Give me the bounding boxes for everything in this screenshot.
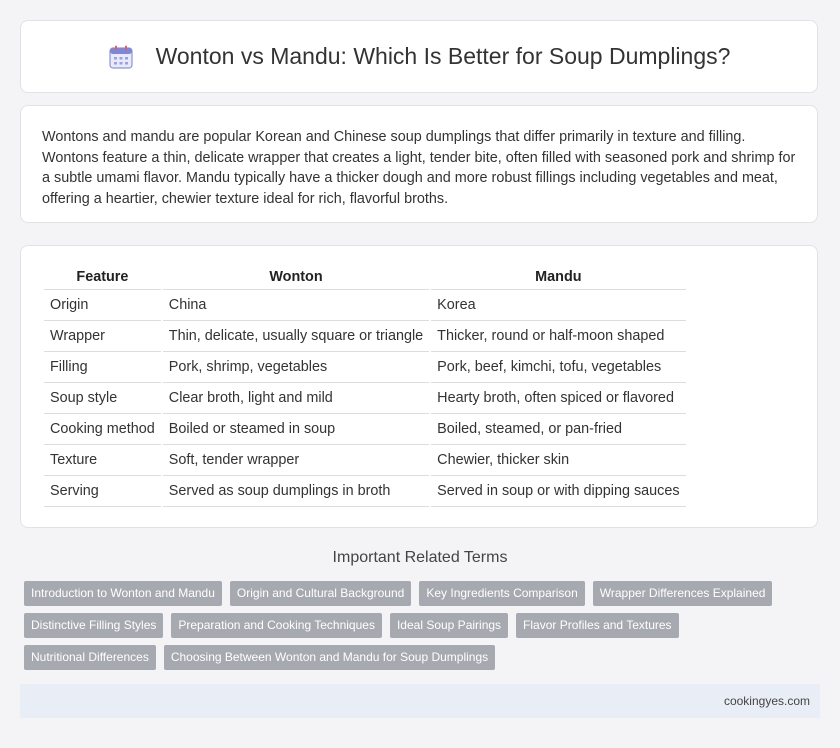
- table-cell: Korea: [431, 290, 686, 321]
- table-cell: Soup style: [44, 383, 161, 414]
- table-cell: Texture: [44, 445, 161, 476]
- table-cell: Pork, shrimp, vegetables: [162, 352, 430, 383]
- column-header-wonton: Wonton: [162, 265, 430, 290]
- column-header-mandu: Mandu: [431, 265, 686, 290]
- title-card: Wonton vs Mandu: Which Is Better for Sou…: [20, 20, 818, 93]
- table-cell: Served as soup dumplings in broth: [162, 476, 430, 507]
- table-cell: Serving: [44, 476, 161, 507]
- table-row: Filling Pork, shrimp, vegetables Pork, b…: [44, 352, 686, 383]
- column-header-feature: Feature: [44, 265, 161, 290]
- intro-paragraph: Wontons and mandu are popular Korean and…: [42, 129, 796, 207]
- table-cell: Pork, beef, kimchi, tofu, vegetables: [431, 352, 686, 383]
- footer: cookingyes.com: [20, 684, 820, 718]
- table-cell: Origin: [44, 290, 161, 321]
- table-cell: Hearty broth, often spiced or flavored: [431, 383, 686, 414]
- related-terms-list: Introduction to Wonton and Mandu Origin …: [24, 581, 814, 677]
- table-cell: Boiled, steamed, or pan-fried: [431, 414, 686, 445]
- table-cell: Thicker, round or half-moon shaped: [431, 321, 686, 352]
- table-cell: Clear broth, light and mild: [162, 383, 430, 414]
- related-term-tag[interactable]: Wrapper Differences Explained: [592, 581, 773, 606]
- related-term-tag[interactable]: Distinctive Filling Styles: [24, 613, 164, 638]
- intro-card: Wontons and mandu are popular Korean and…: [20, 105, 818, 223]
- related-term-tag[interactable]: Ideal Soup Pairings: [389, 613, 509, 638]
- table-cell: Thin, delicate, usually square or triang…: [162, 321, 430, 352]
- calendar-icon: [108, 45, 133, 69]
- table-cell: Served in soup or with dipping sauces: [431, 476, 686, 507]
- related-term-tag[interactable]: Key Ingredients Comparison: [419, 581, 585, 606]
- table-row: Cooking method Boiled or steamed in soup…: [44, 414, 686, 445]
- page-title: Wonton vs Mandu: Which Is Better for Sou…: [155, 43, 731, 69]
- related-term-tag[interactable]: Choosing Between Wonton and Mandu for So…: [163, 645, 496, 670]
- related-term-tag[interactable]: Preparation and Cooking Techniques: [171, 613, 382, 638]
- comparison-table: Feature Wonton Mandu Origin China Korea …: [42, 265, 688, 507]
- comparison-table-card: Feature Wonton Mandu Origin China Korea …: [20, 245, 818, 528]
- table-cell: China: [162, 290, 430, 321]
- related-term-tag[interactable]: Introduction to Wonton and Mandu: [24, 581, 222, 606]
- table-cell: Soft, tender wrapper: [162, 445, 430, 476]
- table-row: Origin China Korea: [44, 290, 686, 321]
- table-cell: Cooking method: [44, 414, 161, 445]
- table-row: Texture Soft, tender wrapper Chewier, th…: [44, 445, 686, 476]
- table-cell: Filling: [44, 352, 161, 383]
- table-cell: Chewier, thicker skin: [431, 445, 686, 476]
- related-term-tag[interactable]: Flavor Profiles and Textures: [516, 613, 679, 638]
- table-header-row: Feature Wonton Mandu: [44, 265, 686, 290]
- table-cell: Boiled or steamed in soup: [162, 414, 430, 445]
- related-terms-title: Important Related Terms: [332, 549, 508, 566]
- table-row: Soup style Clear broth, light and mild H…: [44, 383, 686, 414]
- related-term-tag[interactable]: Nutritional Differences: [24, 645, 156, 670]
- table-row: Wrapper Thin, delicate, usually square o…: [44, 321, 686, 352]
- related-term-tag[interactable]: Origin and Cultural Background: [229, 581, 412, 606]
- table-cell: Wrapper: [44, 321, 161, 352]
- table-row: Serving Served as soup dumplings in brot…: [44, 476, 686, 507]
- site-name[interactable]: cookingyes.com: [724, 694, 810, 708]
